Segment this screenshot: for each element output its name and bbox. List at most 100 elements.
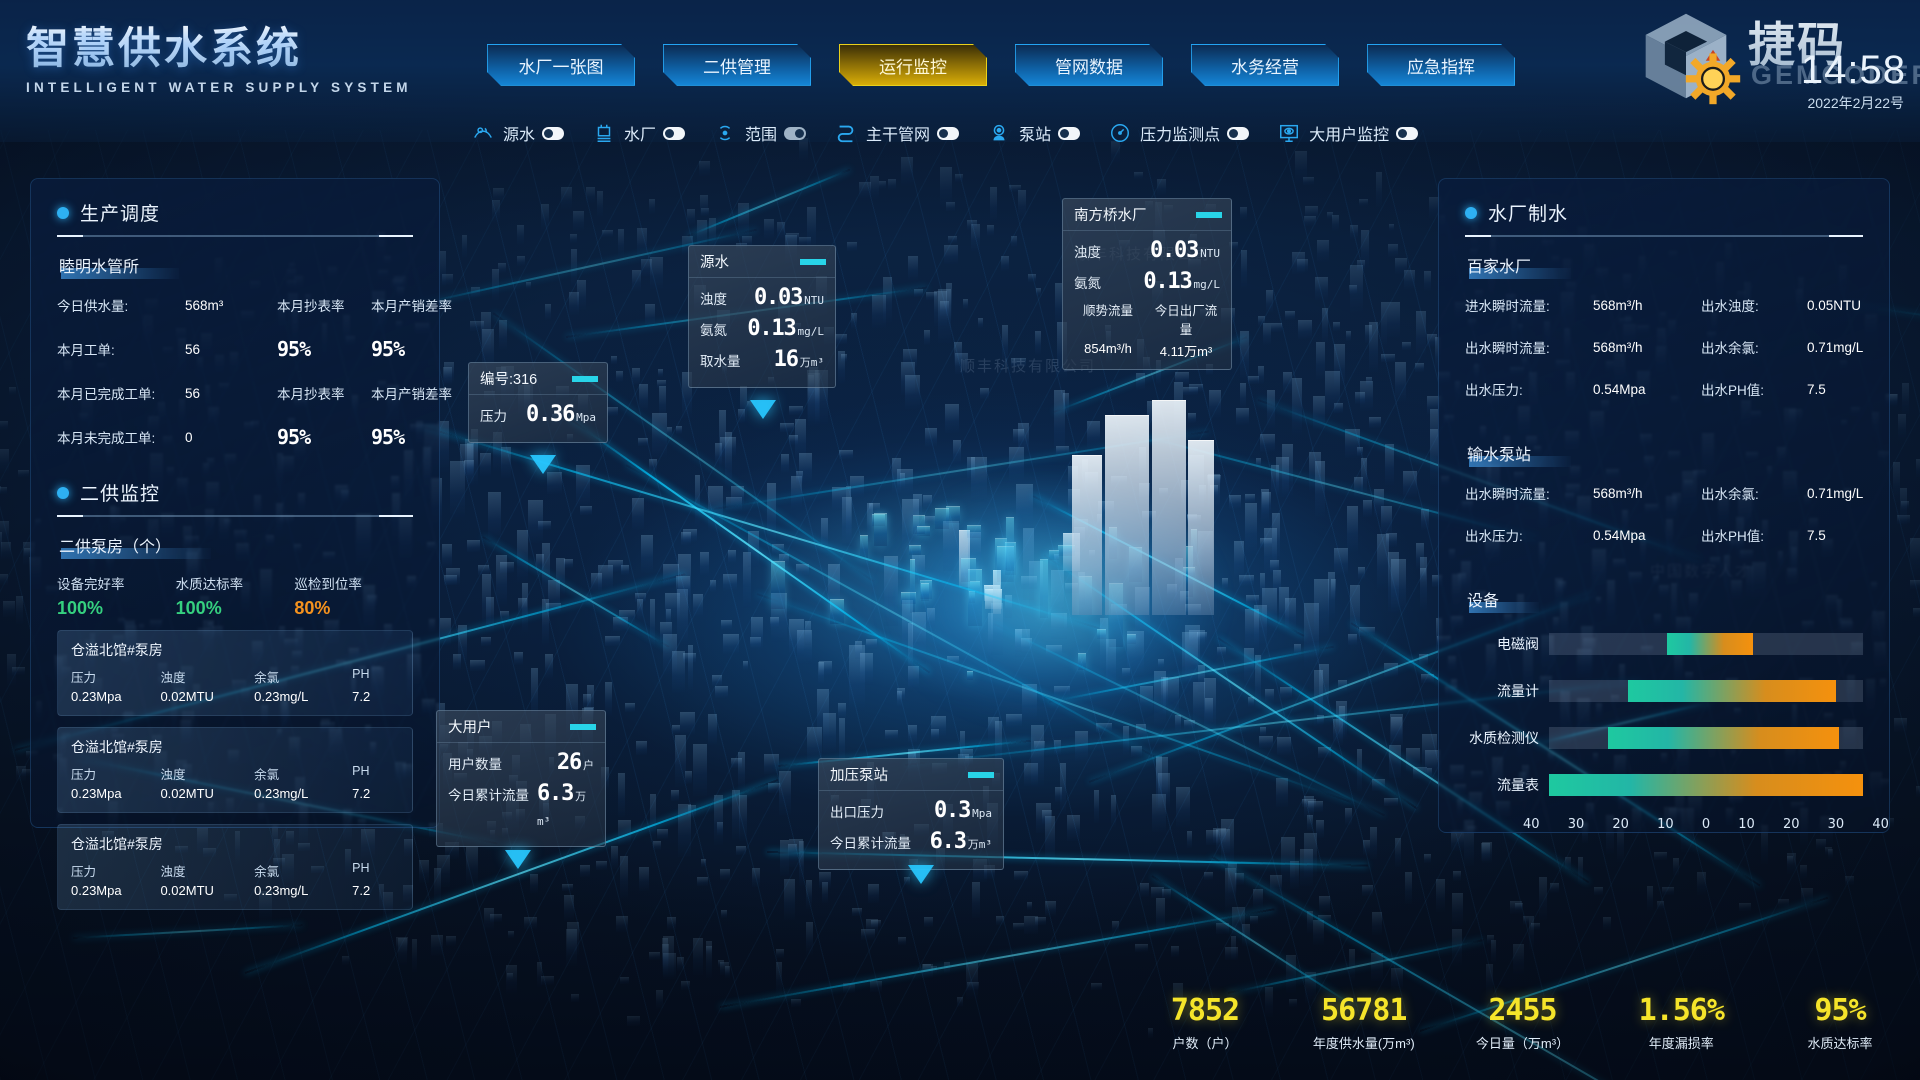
map-marker-source[interactable] — [750, 400, 776, 419]
popup-metric-row: 用户数量 26 户 — [448, 750, 594, 775]
production-stats-grid: 今日供水量: 568m³ 本月抄表率 本月产销差率 本月工单: 56 95% 95% 本月已完成… — [57, 295, 452, 450]
popup-body: 浊度 0.03 NTU 氨氮 0.13 mg/L 取水量 16 万m³ — [689, 278, 835, 387]
source-water-icon — [470, 120, 496, 146]
popup-header: 大用户 — [437, 711, 605, 743]
layer-压力监测点[interactable]: 压力监测点 — [1107, 120, 1250, 146]
tab-2[interactable]: 运行监控 — [839, 44, 987, 86]
map-marker-pressure[interactable] — [530, 455, 556, 474]
range-icon — [712, 120, 738, 146]
popup-accent-bar — [800, 258, 826, 265]
popup-metric-label: 氨氮 — [1074, 276, 1101, 291]
popup-col-value: 4.11万m³ — [1159, 344, 1213, 359]
popup-metric-row: 今日累计流量 6.3 万m³ — [830, 829, 992, 854]
bullet-dot-icon — [57, 206, 69, 219]
pump-metrics: 压力 浊度 余氯 PH 0.23Mpa 0.02MTU 0.23mg/L 7.2 — [71, 764, 399, 801]
stat-value: 568m³/h — [1593, 485, 1643, 501]
metric-value: 0.23mg/L — [254, 786, 309, 801]
stat-value: 0.71mg/L — [1807, 339, 1864, 355]
map-marker-boost[interactable] — [908, 865, 934, 884]
pump-room-list: 仓溢北馆#泵房 压力 浊度 余氯 PH 0.23Mpa 0.02MTU 0.23mg/L 7.2… — [31, 630, 439, 910]
toggle-泵站[interactable] — [1058, 126, 1081, 140]
popup-metric-row: 出口压力 0.3 Mpa — [830, 798, 992, 823]
popup-metric-unit: Mpa — [972, 807, 992, 820]
stat-label: 今日供水量: — [57, 299, 129, 314]
tab-3[interactable]: 管网数据 — [1015, 44, 1163, 86]
pump-room-card[interactable]: 仓溢北馆#泵房 压力 浊度 余氯 PH 0.23Mpa 0.02MTU 0.23mg/L 7.2 — [57, 727, 413, 813]
popup-body: 浊度 0.03 NTU 氨氮 0.13 mg/L 顺势流量 今日出厂流量 854m³/h 4.1… — [1063, 231, 1231, 369]
brand-title-en: INTELLIGENT WATER SUPPLY SYSTEM — [26, 80, 412, 95]
production-title: 生产调度 — [80, 204, 161, 225]
chart-category-label: 流量表 — [1497, 777, 1539, 793]
layer-label: 主干管网 — [866, 127, 931, 144]
layer-泵站[interactable]: 泵站 — [986, 120, 1081, 146]
chart-row: 电磁阀 — [1465, 627, 1863, 661]
tab-1[interactable]: 二供管理 — [663, 44, 811, 86]
layer-范围[interactable]: 范围 — [712, 120, 807, 146]
map-marker-big-user[interactable] — [505, 850, 531, 869]
popup-title: 大用户 — [448, 720, 492, 736]
metric-label: 浊度 — [160, 865, 186, 879]
stat-percent: 95% — [277, 425, 311, 449]
stat-value: 0.54Mpa — [1593, 527, 1646, 543]
toggle-主干管网[interactable] — [937, 126, 960, 140]
tab-4[interactable]: 水务经营 — [1191, 44, 1339, 86]
stat-label: 出水余氯: — [1701, 487, 1759, 502]
popup-boost-station[interactable]: 加压泵站 出口压力 0.3 Mpa 今日累计流量 6.3 万m³ — [818, 758, 1004, 870]
metric-label: 浊度 — [160, 768, 186, 782]
popup-big-user[interactable]: 大用户 用户数量 26 户今日累计流量 6.3 万m³ — [436, 710, 606, 847]
popup-header: 加压泵站 — [819, 759, 1003, 791]
popup-accent-bar — [1196, 211, 1222, 218]
metric-label: 压力 — [71, 768, 97, 782]
popup-metric-value: 0.3 Mpa — [933, 798, 992, 823]
popup-source-water[interactable]: 源水 浊度 0.03 NTU 氨氮 0.13 mg/L 取水量 16 万m³ — [688, 245, 836, 388]
metric-value: 0.23mg/L — [254, 883, 309, 898]
toggle-源水[interactable] — [542, 126, 565, 140]
stat-value: 0 — [185, 429, 193, 445]
rate-value: 100% — [57, 598, 104, 618]
pump-room-card[interactable]: 仓溢北馆#泵房 压力 浊度 余氯 PH 0.23Mpa 0.02MTU 0.23mg/L 7.2 — [57, 824, 413, 910]
stat-percent: 95% — [371, 337, 405, 361]
layer-源水[interactable]: 源水 — [470, 120, 565, 146]
layer-label: 源水 — [503, 127, 536, 144]
layer-toggle-bar: 源水 水厂 范围 主干管网 泵站 压力监测点 大用户监控 — [470, 120, 1432, 146]
popup-metric-row: 浊度 0.03 NTU — [1074, 238, 1220, 263]
kpi-item: 7852 户数（户） — [1150, 993, 1260, 1052]
metric-value: 0.23Mpa — [71, 883, 122, 898]
stat-label: 出水瞬时流量: — [1465, 487, 1550, 502]
layer-水厂[interactable]: 水厂 — [591, 120, 686, 146]
popup-header: 编号:316 — [469, 363, 607, 395]
popup-water-plant[interactable]: 南方桥水厂 浊度 0.03 NTU 氨氮 0.13 mg/L 顺势流量 今日出厂流量 854m… — [1062, 198, 1232, 370]
secondary-subtitle: 二供泵房（个） — [57, 532, 212, 559]
stat-label: 本月已完成工单: — [57, 387, 156, 402]
popup-col-header: 顺势流量 — [1082, 304, 1133, 318]
toggle-范围[interactable] — [784, 126, 807, 140]
popup-pressure-point[interactable]: 编号:316 压力 0.36 Mpa — [468, 362, 608, 443]
popup-metric-unit: 万m³ — [537, 790, 587, 828]
kpi-item: 95% 水质达标率 — [1785, 993, 1895, 1052]
popup-metric-label: 出口压力 — [830, 805, 884, 820]
toggle-水厂[interactable] — [663, 126, 686, 140]
layer-大用户监控[interactable]: 大用户监控 — [1276, 120, 1419, 146]
plant-section-header: 水厂制水 — [1439, 179, 1889, 226]
popup-title: 南方桥水厂 — [1074, 208, 1147, 224]
pump-room-card[interactable]: 仓溢北馆#泵房 压力 浊度 余氯 PH 0.23Mpa 0.02MTU 0.23mg/L 7.2 — [57, 630, 413, 716]
tab-0[interactable]: 水厂一张图 — [487, 44, 635, 86]
layer-主干管网[interactable]: 主干管网 — [833, 120, 960, 146]
kpi-item: 1.56% 年度漏损率 — [1626, 993, 1736, 1052]
x-tick: 40 — [1872, 817, 1889, 832]
main-tabs: 水厂一张图 二供管理 运行监控 管网数据 水务经营 应急指挥 — [487, 44, 1515, 86]
popup-metric-row: 氨氮 0.13 mg/L — [1074, 269, 1220, 294]
bullet-dot-icon — [1465, 206, 1477, 219]
tab-5[interactable]: 应急指挥 — [1367, 44, 1515, 86]
metric-label: PH — [352, 764, 370, 778]
kpi-label: 年度供水量(万m³) — [1312, 1036, 1415, 1051]
rate-label: 水质达标率 — [175, 577, 244, 592]
stat-label: 出水PH值: — [1701, 529, 1765, 544]
stat-label: 本月抄表率 — [277, 387, 345, 402]
toggle-大用户监控[interactable] — [1396, 126, 1419, 140]
popup-metric-unit: 万m³ — [799, 356, 824, 369]
kpi-label: 水质达标率 — [1807, 1036, 1873, 1051]
popup-metric-unit: 户 — [583, 759, 594, 772]
metric-value: 7.2 — [352, 883, 371, 898]
toggle-压力监测点[interactable] — [1227, 126, 1250, 140]
